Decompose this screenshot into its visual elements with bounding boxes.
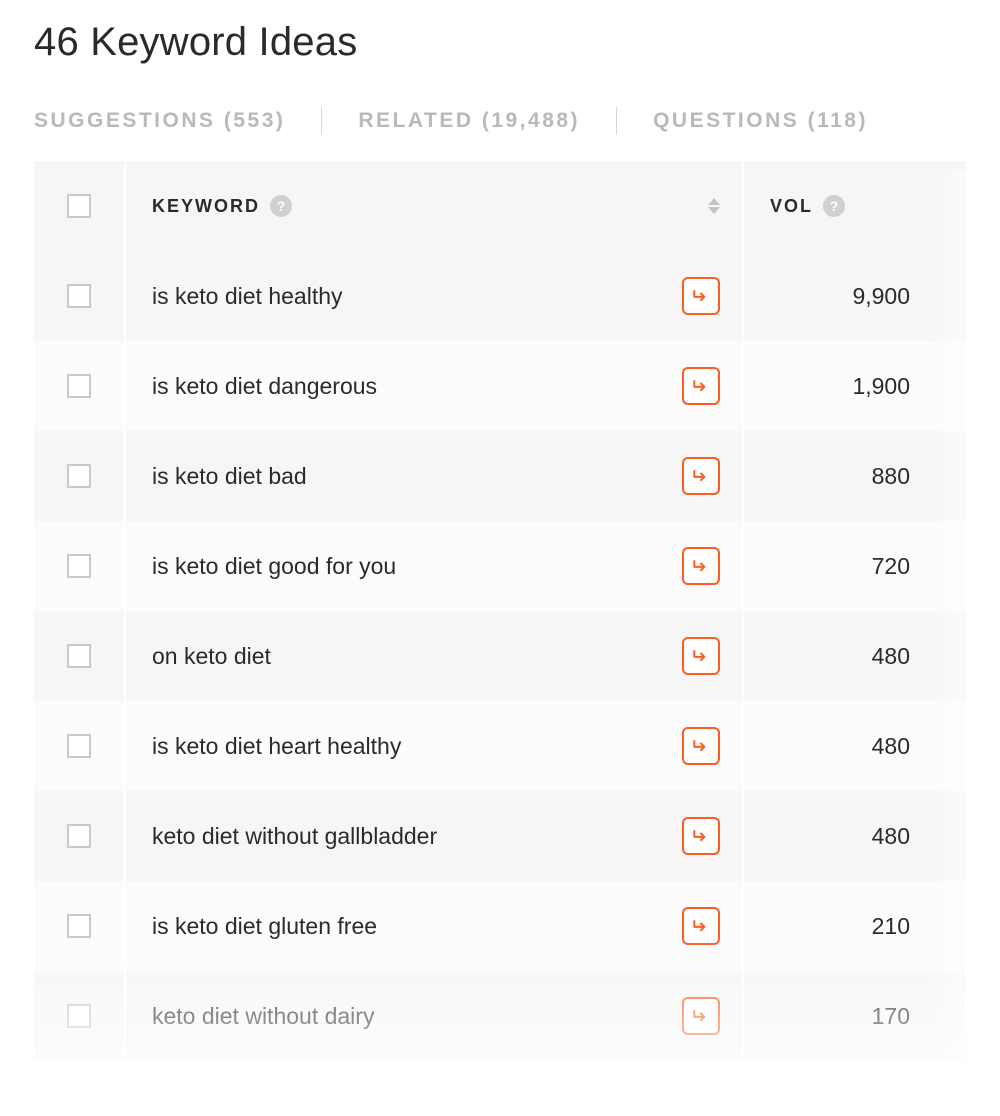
row-vol-cell: 480 bbox=[744, 791, 966, 881]
chevron-down-icon bbox=[708, 207, 720, 214]
enter-arrow-icon bbox=[691, 1006, 711, 1026]
row-keyword-cell: is keto diet healthy bbox=[126, 251, 744, 341]
row-checkbox-cell bbox=[34, 251, 126, 341]
row-checkbox[interactable] bbox=[67, 284, 91, 308]
table-row: keto diet without gallbladder 480 bbox=[34, 791, 966, 881]
row-checkbox[interactable] bbox=[67, 374, 91, 398]
keyword-text: is keto diet healthy bbox=[152, 283, 682, 310]
table-row: keto diet without dairy 170 bbox=[34, 971, 966, 1061]
enter-arrow-icon bbox=[691, 286, 711, 306]
page-title: 46 Keyword Ideas bbox=[34, 20, 966, 65]
row-vol-cell: 1,900 bbox=[744, 341, 966, 431]
row-keyword-cell: is keto diet bad bbox=[126, 431, 744, 521]
tab-suggestions[interactable]: SUGGESTIONS (553) bbox=[34, 109, 285, 133]
row-vol-cell: 720 bbox=[744, 521, 966, 611]
row-checkbox-cell bbox=[34, 611, 126, 701]
table-body: is keto diet healthy9,900is keto diet da… bbox=[34, 251, 966, 1061]
keyword-text: is keto diet gluten free bbox=[152, 913, 682, 940]
table-row: on keto diet 480 bbox=[34, 611, 966, 701]
go-to-keyword-button[interactable] bbox=[682, 457, 720, 495]
row-vol-cell: 170 bbox=[744, 971, 966, 1061]
row-checkbox-cell bbox=[34, 971, 126, 1061]
header-keyword-cell[interactable]: KEYWORD ? bbox=[126, 161, 744, 251]
go-to-keyword-button[interactable] bbox=[682, 997, 720, 1035]
enter-arrow-icon bbox=[691, 736, 711, 756]
enter-arrow-icon bbox=[691, 466, 711, 486]
table-header: KEYWORD ? VOL ? bbox=[34, 161, 966, 251]
row-keyword-cell: keto diet without gallbladder bbox=[126, 791, 744, 881]
tab-divider bbox=[616, 107, 617, 135]
row-checkbox[interactable] bbox=[67, 1004, 91, 1028]
keyword-text: keto diet without dairy bbox=[152, 1003, 682, 1030]
go-to-keyword-button[interactable] bbox=[682, 727, 720, 765]
row-checkbox[interactable] bbox=[67, 554, 91, 578]
row-vol-cell: 9,900 bbox=[744, 251, 966, 341]
enter-arrow-icon bbox=[691, 826, 711, 846]
help-icon[interactable]: ? bbox=[823, 195, 845, 217]
help-icon[interactable]: ? bbox=[270, 195, 292, 217]
table-row: is keto diet heart healthy 480 bbox=[34, 701, 966, 791]
keyword-text: is keto diet bad bbox=[152, 463, 682, 490]
row-checkbox-cell bbox=[34, 881, 126, 971]
row-checkbox-cell bbox=[34, 701, 126, 791]
keyword-table: KEYWORD ? VOL ? is keto diet healthy 9,90… bbox=[34, 161, 966, 1061]
go-to-keyword-button[interactable] bbox=[682, 367, 720, 405]
go-to-keyword-button[interactable] bbox=[682, 277, 720, 315]
row-checkbox[interactable] bbox=[67, 824, 91, 848]
table-row: is keto diet healthy 9,900 bbox=[34, 251, 966, 341]
row-checkbox-cell bbox=[34, 431, 126, 521]
go-to-keyword-button[interactable] bbox=[682, 547, 720, 585]
sort-icon[interactable] bbox=[708, 198, 720, 214]
header-vol-label: VOL bbox=[770, 196, 813, 217]
row-keyword-cell: on keto diet bbox=[126, 611, 744, 701]
keyword-text: keto diet without gallbladder bbox=[152, 823, 682, 850]
table-row: is keto diet dangerous 1,900 bbox=[34, 341, 966, 431]
table-row: is keto diet gluten free 210 bbox=[34, 881, 966, 971]
go-to-keyword-button[interactable] bbox=[682, 817, 720, 855]
table-row: is keto diet bad 880 bbox=[34, 431, 966, 521]
keyword-text: is keto diet heart healthy bbox=[152, 733, 682, 760]
tab-divider bbox=[321, 107, 322, 135]
header-keyword-label: KEYWORD bbox=[152, 196, 260, 217]
keyword-text: is keto diet dangerous bbox=[152, 373, 682, 400]
row-vol-cell: 210 bbox=[744, 881, 966, 971]
select-all-checkbox[interactable] bbox=[67, 194, 91, 218]
row-keyword-cell: is keto diet good for you bbox=[126, 521, 744, 611]
chevron-up-icon bbox=[708, 198, 720, 205]
enter-arrow-icon bbox=[691, 376, 711, 396]
tab-questions[interactable]: QUESTIONS (118) bbox=[653, 109, 868, 133]
row-checkbox[interactable] bbox=[67, 464, 91, 488]
header-checkbox-cell bbox=[34, 161, 126, 251]
row-checkbox[interactable] bbox=[67, 914, 91, 938]
header-vol-cell[interactable]: VOL ? bbox=[744, 161, 966, 251]
row-keyword-cell: is keto diet heart healthy bbox=[126, 701, 744, 791]
row-checkbox-cell bbox=[34, 521, 126, 611]
row-vol-cell: 480 bbox=[744, 701, 966, 791]
row-keyword-cell: keto diet without dairy bbox=[126, 971, 744, 1061]
row-keyword-cell: is keto diet gluten free bbox=[126, 881, 744, 971]
row-vol-cell: 480 bbox=[744, 611, 966, 701]
enter-arrow-icon bbox=[691, 916, 711, 936]
enter-arrow-icon bbox=[691, 556, 711, 576]
row-checkbox-cell bbox=[34, 791, 126, 881]
row-checkbox[interactable] bbox=[67, 734, 91, 758]
tab-related[interactable]: RELATED (19,488) bbox=[358, 109, 580, 133]
row-checkbox[interactable] bbox=[67, 644, 91, 668]
enter-arrow-icon bbox=[691, 646, 711, 666]
table-row: is keto diet good for you 720 bbox=[34, 521, 966, 611]
row-keyword-cell: is keto diet dangerous bbox=[126, 341, 744, 431]
row-vol-cell: 880 bbox=[744, 431, 966, 521]
go-to-keyword-button[interactable] bbox=[682, 637, 720, 675]
keyword-text: is keto diet good for you bbox=[152, 553, 682, 580]
keyword-text: on keto diet bbox=[152, 643, 682, 670]
row-checkbox-cell bbox=[34, 341, 126, 431]
go-to-keyword-button[interactable] bbox=[682, 907, 720, 945]
tabs-bar: SUGGESTIONS (553) RELATED (19,488) QUEST… bbox=[34, 107, 966, 135]
